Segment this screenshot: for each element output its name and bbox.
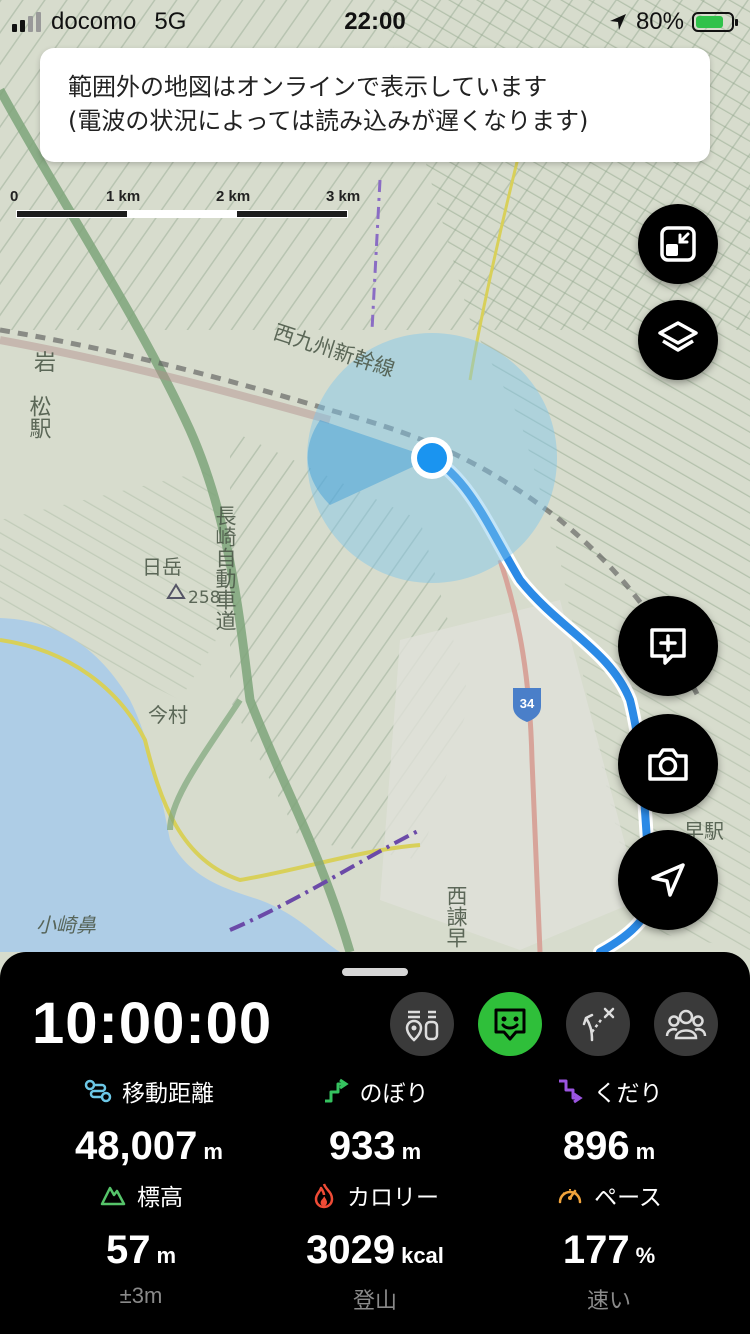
- group-icon: [665, 1009, 707, 1040]
- battery-percent: 80%: [635, 8, 684, 35]
- checkpoint-button[interactable]: [390, 992, 454, 1056]
- elapsed-timer: 10:00:00: [32, 991, 273, 1056]
- route-deviation-button[interactable]: [566, 992, 630, 1056]
- scale-tick-1: 1 km: [106, 188, 141, 205]
- checkpoint-icon: [405, 1010, 439, 1042]
- stat-elevation: 標高 57 m ±3m: [16, 1178, 266, 1309]
- stat-ascent: のぼり 933 m: [250, 1074, 500, 1169]
- stat-ascent-value: 933: [328, 1124, 396, 1168]
- scale-bar-line: [16, 210, 348, 218]
- map-layers-button[interactable]: [638, 300, 718, 380]
- location-services-icon: [609, 14, 626, 30]
- navigation-arrow-icon: [651, 863, 685, 897]
- add-memo-button[interactable]: [618, 596, 718, 696]
- map-label-mountain: 日岳: [142, 555, 182, 579]
- fullscreen-exit-icon: [660, 226, 696, 262]
- battery-fill: [696, 16, 723, 28]
- tracking-mode-button[interactable]: [478, 992, 542, 1056]
- group-button[interactable]: [654, 992, 718, 1056]
- stat-distance-unit: m: [203, 1139, 223, 1164]
- notice-line-2: (電波の状況によっては読み込みが遅くなります): [68, 107, 589, 135]
- stat-calories-label: カロリー: [347, 1184, 439, 1210]
- status-bar: docomo 5G 22:00 80%: [0, 0, 750, 44]
- map-label-town: 今村: [148, 703, 188, 727]
- stat-ascent-label: のぼり: [359, 1080, 429, 1106]
- stat-distance: 移動距離 48,007 m: [24, 1074, 274, 1169]
- flame-icon: [314, 1183, 334, 1209]
- notice-line-1: 範囲外の地図はオンラインで表示しています: [68, 73, 548, 101]
- stat-calories: カロリー 3029 kcal 登山: [250, 1178, 500, 1315]
- map-label-isahaya: 西諫早: [444, 885, 468, 948]
- scale-tick-2: 2 km: [216, 188, 251, 205]
- locate-me-button[interactable]: [618, 830, 718, 930]
- activity-stats-panel: 10:00:00 移動距離 48,007 m のぼり 933 m くだり 896…: [0, 952, 750, 1334]
- panel-drag-handle[interactable]: [342, 968, 408, 976]
- battery-icon: [692, 12, 738, 32]
- stat-pace-value: 177: [562, 1228, 630, 1272]
- stat-pace-label: ペース: [594, 1184, 662, 1210]
- stat-calories-value: 3029: [306, 1228, 396, 1272]
- stat-calories-activity: 登山: [352, 1288, 397, 1313]
- map-scale-bar: 0 1 km 2 km 3 km: [10, 188, 370, 228]
- descent-icon: [558, 1079, 583, 1104]
- route-deviation-icon: [582, 1007, 615, 1042]
- add-memo-icon: [650, 628, 686, 665]
- map-label-cape: 小崎鼻: [36, 913, 96, 937]
- map-label-station-left: 松駅: [26, 395, 52, 439]
- camera-button[interactable]: [618, 714, 718, 814]
- stat-descent-unit: m: [635, 1139, 656, 1164]
- road-number-label: 34: [520, 696, 535, 711]
- stat-calories-unit: kcal: [401, 1243, 444, 1268]
- face-icon: [494, 1008, 526, 1041]
- stat-distance-value: 48,007: [75, 1124, 198, 1168]
- stat-descent-label: くだり: [593, 1080, 663, 1106]
- stat-elevation-accuracy: ±3m: [119, 1283, 163, 1308]
- distance-icon: [84, 1079, 112, 1103]
- stat-elevation-value: 57: [105, 1228, 151, 1272]
- stat-pace: ペース 177% 速い: [484, 1178, 734, 1315]
- ascent-icon: [324, 1078, 349, 1103]
- stat-elevation-unit: m: [156, 1243, 177, 1268]
- stat-elevation-label: 標高: [137, 1184, 183, 1210]
- stat-pace-rating: 速い: [586, 1288, 631, 1313]
- stat-descent-value: 896: [562, 1124, 630, 1168]
- speedometer-icon: [558, 1189, 582, 1204]
- map-label-station-left-prefix: 岩: [34, 351, 56, 376]
- elevation-icon: [100, 1186, 126, 1206]
- map-label-expressway: 長崎自動車道: [213, 505, 237, 631]
- offline-map-notice: 範囲外の地図はオンラインで表示しています (電波の状況によっては読み込みが遅くな…: [40, 48, 710, 162]
- layers-icon: [658, 321, 698, 352]
- status-right: 80%: [608, 8, 738, 36]
- scale-tick-0: 0: [10, 188, 19, 205]
- stat-descent: くだり 896 m: [484, 1074, 734, 1169]
- stat-distance-label: 移動距離: [122, 1080, 214, 1106]
- scale-tick-3: 3 km: [326, 188, 361, 205]
- map-label-peak-elevation: 258: [188, 588, 220, 608]
- stat-pace-unit: %: [635, 1243, 656, 1268]
- stat-ascent-unit: m: [401, 1139, 422, 1164]
- camera-icon: [648, 748, 688, 781]
- fullscreen-toggle-button[interactable]: [638, 204, 718, 284]
